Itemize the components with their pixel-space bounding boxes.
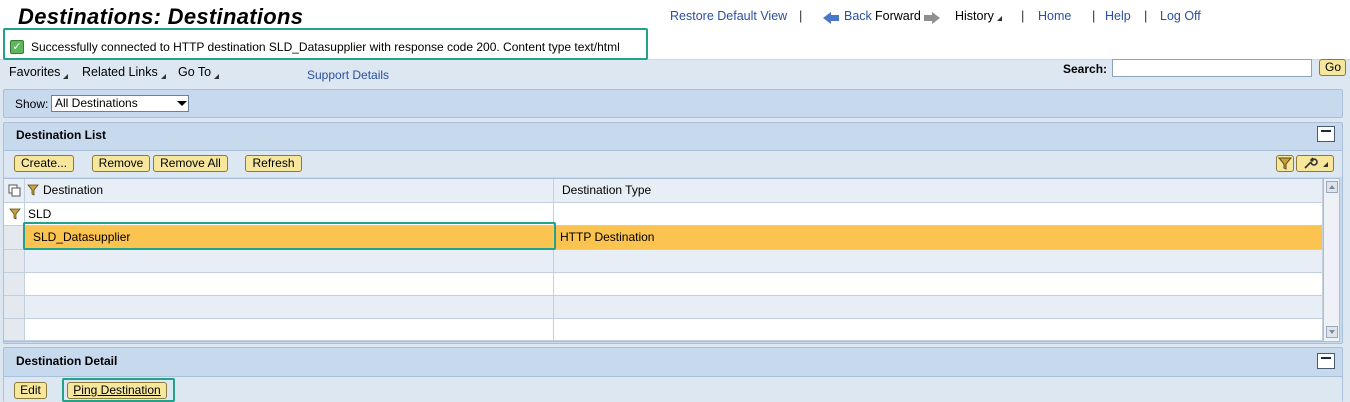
back-link[interactable]: Back [844,9,872,23]
restore-default-view-link[interactable]: Restore Default View [670,9,787,23]
column-header-type-label: Destination Type [562,183,652,197]
filter-icon [27,184,39,196]
table-row-type[interactable]: HTTP Destination [554,226,1323,250]
header-separator: | [1021,8,1025,23]
filter-row-icon-cell [4,203,25,226]
collapse-panel-button[interactable] [1317,353,1335,369]
message-highlight [3,28,648,60]
table-row-empty[interactable] [554,319,1323,341]
filter-icon [1277,157,1293,170]
home-link[interactable]: Home [1038,9,1071,23]
row-selector[interactable] [4,319,25,341]
dropdown-triangle-icon [214,74,220,79]
row-selector[interactable] [4,226,25,250]
table-scrollbar[interactable] [1323,178,1340,342]
create-button[interactable]: Create... [14,155,74,172]
header-separator: | [799,8,803,23]
select-all-icon [8,184,21,197]
table-row-empty[interactable] [554,296,1323,319]
refresh-button[interactable]: Refresh [245,155,302,172]
forward-link[interactable]: Forward [875,9,921,23]
show-panel [3,89,1343,118]
scroll-down-icon[interactable] [1326,326,1338,338]
show-label: Show: [15,97,49,111]
support-details-link[interactable]: Support Details [307,68,389,82]
back-arrow-icon[interactable] [823,10,839,24]
history-menu[interactable]: History [955,9,1002,23]
history-label: History [955,9,994,23]
go-button[interactable]: Go [1319,59,1346,76]
destination-list-title: Destination List [16,128,107,142]
search-label: Search: [1063,62,1108,76]
filter-toggle-button[interactable] [1276,155,1294,172]
table-row-empty[interactable] [554,273,1323,296]
dropdown-triangle-icon [63,74,69,79]
selected-row-highlight [23,222,556,250]
wrench-icon [1304,157,1328,169]
go-to-label: Go To [178,65,212,79]
scroll-up-icon[interactable] [1326,181,1338,193]
ping-button-highlight [62,378,175,402]
chevron-down-icon[interactable] [177,101,187,106]
table-row-empty[interactable] [25,296,554,319]
column-header-destination-type[interactable]: Destination Type [554,179,1323,203]
remove-all-button[interactable]: Remove All [153,155,228,172]
dropdown-triangle-icon [160,74,166,79]
table-row-empty[interactable] [25,319,554,341]
column-header-destination-label: Destination [43,183,104,197]
remove-button[interactable]: Remove [92,155,150,172]
log-off-link[interactable]: Log Off [1160,9,1201,23]
table-row-empty[interactable] [25,273,554,296]
favorites-menu[interactable]: Favorites [9,65,69,79]
dropdown-triangle-icon [996,16,1002,21]
row-selector[interactable] [4,273,25,296]
collapse-panel-button[interactable] [1317,126,1335,142]
table-row-empty[interactable] [554,250,1323,273]
settings-menu-button[interactable] [1296,155,1334,172]
page-title: Destinations: Destinations [18,4,304,29]
filter-icon [9,208,21,220]
column-header-destination[interactable]: Destination [25,179,554,203]
favorites-label: Favorites [9,65,61,79]
destination-detail-title: Destination Detail [16,354,118,368]
edit-button[interactable]: Edit [14,382,47,399]
row-selector[interactable] [4,296,25,319]
table-row-empty[interactable] [25,250,554,273]
show-select[interactable]: All Destinations [51,95,189,112]
select-all-cell[interactable] [4,179,25,203]
search-input[interactable] [1112,59,1312,77]
forward-arrow-icon[interactable] [924,10,940,24]
destination-detail-toolbar [4,376,1342,402]
related-links-label: Related Links [82,65,158,79]
help-link[interactable]: Help [1105,9,1131,23]
related-links-menu[interactable]: Related Links [82,65,166,79]
show-select-value: All Destinations [55,96,138,110]
header-separator: | [1144,8,1148,23]
row-selector[interactable] [4,250,25,273]
header-separator: | [1092,8,1096,23]
filter-type-input[interactable] [554,203,1323,226]
go-to-menu[interactable]: Go To [178,65,220,79]
